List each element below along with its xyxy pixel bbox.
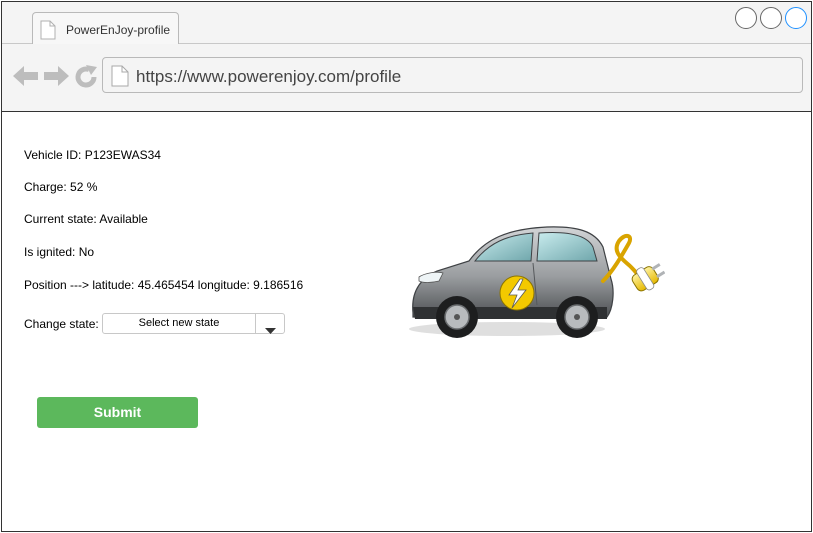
address-bar[interactable]: https://www.powerenjoy.com/profile — [102, 57, 803, 93]
state-select[interactable]: Select new state — [102, 313, 285, 334]
browser-chrome: PowerEnJoy-profile https://www.powerenjo… — [2, 2, 811, 112]
browser-tab[interactable]: PowerEnJoy-profile — [32, 12, 179, 44]
back-arrow-icon[interactable] — [13, 65, 39, 92]
submit-button[interactable]: Submit — [37, 397, 198, 428]
document-icon — [111, 65, 129, 92]
select-divider — [255, 314, 256, 333]
document-icon — [40, 20, 56, 45]
vehicle-current-state: Current state: Available — [24, 212, 148, 226]
profile-content: Vehicle ID: P123EWAS34 Charge: 52 % Curr… — [2, 113, 811, 532]
tab-gap — [33, 43, 178, 44]
vehicle-id: Vehicle ID: P123EWAS34 — [24, 148, 161, 162]
state-select-value: Select new state — [138, 317, 220, 329]
vehicle-charge: Charge: 52 % — [24, 180, 98, 194]
tab-title: PowerEnJoy-profile — [66, 23, 171, 37]
electric-car-image — [407, 221, 666, 339]
window-control-2[interactable] — [760, 7, 782, 29]
window-control-1[interactable] — [735, 7, 757, 29]
browser-window: PowerEnJoy-profile https://www.powerenjo… — [1, 1, 812, 532]
window-control-3[interactable] — [785, 7, 807, 29]
chevron-down-icon — [265, 321, 276, 339]
window-controls — [735, 7, 807, 29]
forward-arrow-icon[interactable] — [43, 65, 69, 92]
reload-icon[interactable] — [74, 65, 98, 94]
change-state-label: Change state: — [24, 317, 99, 331]
vehicle-ignited: Is ignited: No — [24, 245, 95, 259]
url-text: https://www.powerenjoy.com/profile — [136, 67, 402, 86]
vehicle-position: Position ---> latitude: 45.465454 longit… — [24, 278, 304, 292]
